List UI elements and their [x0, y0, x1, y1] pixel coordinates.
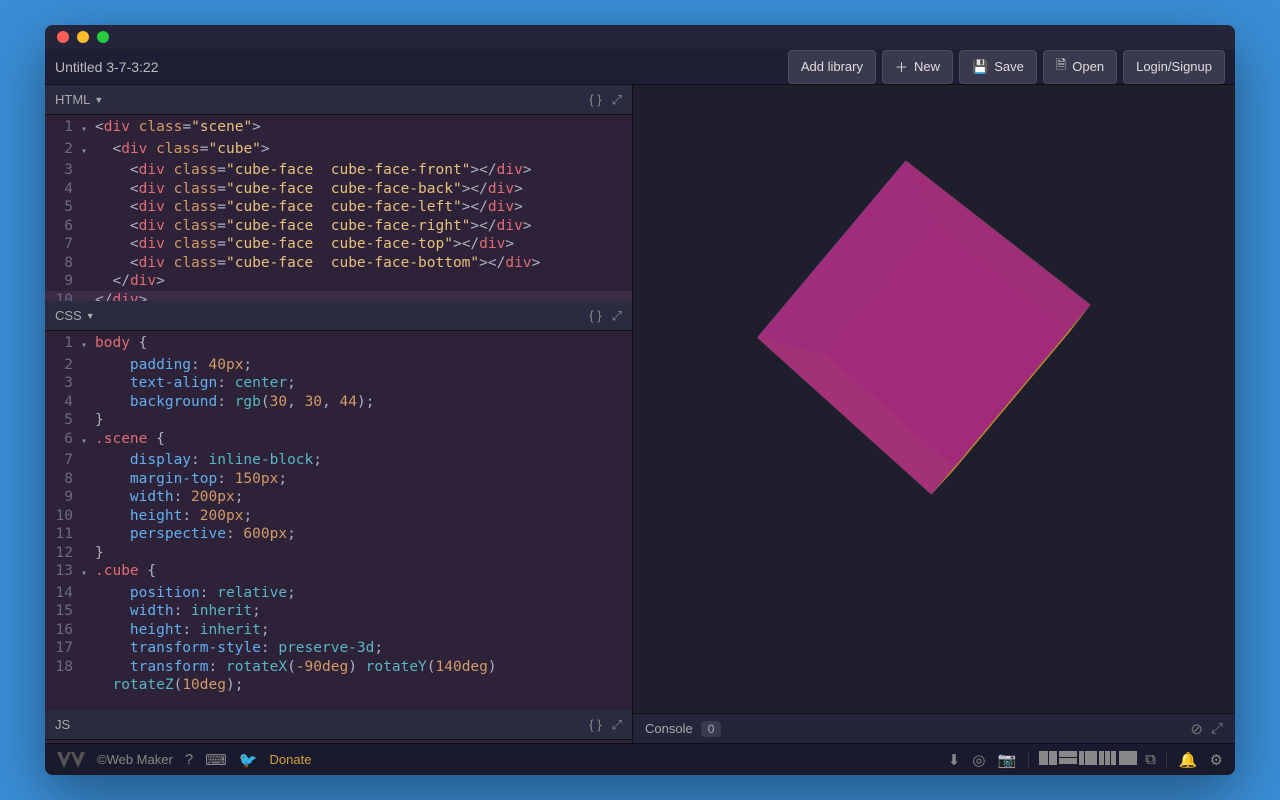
html-panel-header[interactable]: HTML ▼ { } ⤢ — [45, 85, 632, 115]
codepen-icon[interactable]: ◎ — [972, 751, 985, 769]
expand-console-icon[interactable]: ⤢ — [1211, 720, 1223, 737]
plus-icon: ＋ — [895, 57, 908, 76]
css-panel-header[interactable]: CSS ▼ { } ⤢ — [45, 301, 632, 331]
brand-label: ©Web Maker — [97, 752, 173, 767]
help-icon[interactable]: ? — [185, 751, 193, 768]
twitter-icon[interactable]: 🐦 — [239, 751, 258, 769]
preview-column: Console 0 ⊘ ⤢ — [632, 85, 1235, 743]
minimize-icon[interactable] — [77, 31, 89, 43]
console-bar[interactable]: Console 0 ⊘ ⤢ — [633, 713, 1235, 743]
close-icon[interactable] — [57, 31, 69, 43]
html-editor[interactable]: 1▾<div class="scene">2▾ <div class="cube… — [45, 115, 632, 301]
chevron-down-icon: ▼ — [86, 311, 95, 321]
js-panel-label: JS — [55, 717, 70, 732]
save-icon: 💾 — [972, 59, 988, 75]
detach-icon[interactable]: ⧉ — [1145, 751, 1156, 768]
js-panel-header[interactable]: JS { } ⤢ — [45, 710, 632, 740]
braces-icon[interactable]: { } — [589, 717, 601, 733]
cube-face-top — [757, 160, 1091, 494]
maximize-icon[interactable] — [97, 31, 109, 43]
keyboard-icon[interactable]: ⌨ — [205, 751, 227, 769]
add-library-button[interactable]: Add library — [788, 50, 876, 84]
chevron-down-icon: ▼ — [94, 95, 103, 105]
layout-3-icon[interactable] — [1079, 751, 1097, 765]
preview-scene — [834, 235, 1034, 435]
expand-icon[interactable]: ⤢ — [612, 717, 622, 733]
project-title[interactable]: Untitled 3-7-3:22 — [55, 59, 788, 75]
preview-pane — [633, 85, 1235, 713]
layout-2-icon[interactable] — [1059, 751, 1077, 765]
screenshot-icon[interactable]: 📷 — [997, 751, 1016, 769]
toolbar: Untitled 3-7-3:22 Add library ＋New 💾Save… — [45, 49, 1235, 85]
webmaker-logo-icon[interactable] — [57, 752, 85, 768]
save-button[interactable]: 💾Save — [959, 50, 1037, 84]
expand-icon[interactable]: ⤢ — [612, 92, 622, 108]
css-panel-label: CSS — [55, 308, 82, 323]
html-panel-label: HTML — [55, 92, 90, 107]
open-button[interactable]: 🗎Open — [1043, 50, 1117, 84]
download-icon[interactable]: ⬇ — [948, 751, 961, 769]
expand-icon[interactable]: ⤢ — [612, 308, 622, 324]
preview-cube — [831, 249, 1012, 401]
css-editor[interactable]: 1▾body {2 padding: 40px;3 text-align: ce… — [45, 331, 632, 710]
console-label: Console — [645, 721, 693, 736]
layout-1-icon[interactable] — [1039, 751, 1057, 765]
new-button[interactable]: ＋New — [882, 50, 953, 84]
notifications-icon[interactable]: 🔔 — [1179, 751, 1198, 769]
clear-console-icon[interactable]: ⊘ — [1190, 720, 1203, 738]
layout-5-icon[interactable] — [1119, 751, 1137, 765]
donate-link[interactable]: Donate — [270, 752, 312, 767]
editors-column: HTML ▼ { } ⤢ 1▾<div class="scene">2▾ <di… — [45, 85, 632, 743]
titlebar — [45, 25, 1235, 49]
layout-switcher: ⧉ — [1028, 751, 1167, 768]
login-button[interactable]: Login/Signup — [1123, 50, 1225, 84]
main-area: HTML ▼ { } ⤢ 1▾<div class="scene">2▾ <di… — [45, 85, 1235, 743]
braces-icon[interactable]: { } — [589, 92, 601, 108]
console-count: 0 — [701, 721, 722, 737]
app-window: Untitled 3-7-3:22 Add library ＋New 💾Save… — [45, 25, 1235, 775]
statusbar: ©Web Maker ? ⌨ 🐦 Donate ⬇ ◎ 📷 ⧉ 🔔 ⚙ — [45, 743, 1235, 775]
settings-icon[interactable]: ⚙ — [1210, 751, 1223, 769]
braces-icon[interactable]: { } — [589, 308, 601, 324]
file-icon: 🗎 — [1056, 56, 1066, 78]
layout-4-icon[interactable] — [1099, 751, 1117, 765]
